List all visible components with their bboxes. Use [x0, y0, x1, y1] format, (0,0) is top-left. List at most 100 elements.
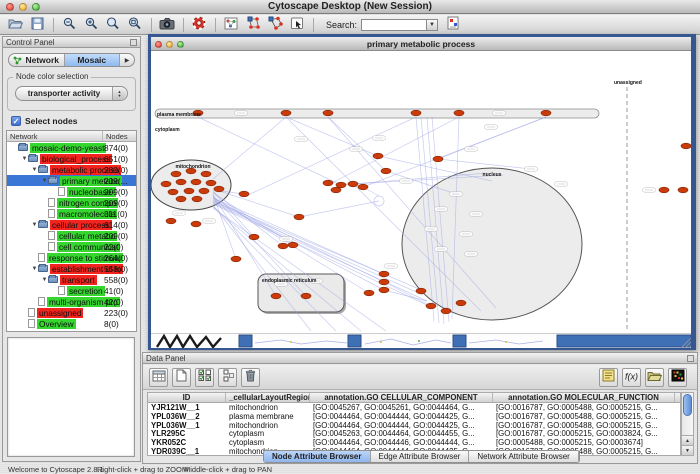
column-molecular-function[interactable]: annotation.GO MOLECULAR_FUNCTION	[493, 393, 675, 402]
open-file-button[interactable]	[6, 17, 24, 33]
scrollbar-thumb[interactable]	[683, 394, 692, 416]
zoom-in-icon	[85, 17, 98, 33]
table-cell: YPL036W__1	[148, 421, 226, 430]
network-canvas[interactable]: plasma membranecytoplasmmitochondrionnuc…	[151, 51, 691, 333]
table-row[interactable]: YLR295Ccytoplasm[GO:0045263, GO:0044464,…	[148, 429, 680, 438]
tree-expand-arrow[interactable]: ▼	[41, 277, 48, 283]
tree-item-secretion[interactable]: secretion41(0)	[7, 285, 136, 296]
tree-item-metabolic-process[interactable]: ▼metabolic process280(0)	[7, 164, 136, 175]
tab-node-attribute-browser[interactable]: Node Attribute Browser	[264, 451, 371, 462]
app-titlebar: Cytoscape Desktop (New Session)	[0, 0, 700, 14]
tab-network-label: Network	[25, 55, 59, 65]
search-input[interactable]	[361, 19, 427, 31]
graph-node	[456, 300, 466, 306]
tree-item-macromolecule[interactable]: macromolecule311(0)	[7, 208, 136, 219]
annotation-button[interactable]	[288, 17, 306, 33]
formula-button[interactable]: f(x)	[622, 368, 641, 387]
float-panel-icon[interactable]	[130, 39, 137, 46]
tree-item-label: Overview	[37, 319, 76, 329]
column-cellular-component[interactable]: annotation.GO CELLULAR_COMPONENT	[310, 393, 493, 402]
select-nodes-checkbox[interactable]: ✓	[11, 116, 21, 126]
zoom-in-button[interactable]	[82, 17, 100, 33]
tree-item-biological-process[interactable]: ▼biological_process651(0)	[7, 153, 136, 164]
layout-b-button[interactable]	[266, 17, 284, 33]
tree-item-transport[interactable]: ▼transport558(0)	[7, 274, 136, 285]
tab-mosaic-label: Mosaic	[77, 55, 106, 65]
tab-mosaic[interactable]: Mosaic	[65, 54, 121, 66]
table-cell: YKR052C	[148, 438, 226, 447]
tree-item-cellular-metabo[interactable]: cellular metabo209(0)	[7, 230, 136, 241]
file-icon	[58, 187, 65, 196]
tree-item-cell-communicat[interactable]: cell communicat22(0)	[7, 241, 136, 252]
table-row[interactable]: YPL036W__2plasma membrane[GO:0044464, GO…	[148, 412, 680, 421]
new-doc-button[interactable]	[172, 368, 191, 387]
tree-expand-arrow[interactable]: ▼	[21, 156, 28, 162]
tree-column-network[interactable]: Network	[7, 131, 103, 141]
tree-item-response-to-stimulu[interactable]: response to stimulu264(0)	[7, 252, 136, 263]
node-color-dropdown[interactable]: transporter activity ▲▼	[15, 86, 128, 101]
tree-expand-arrow[interactable]: ▼	[41, 178, 48, 184]
network-window-titlebar[interactable]: primary metabolic process	[151, 37, 691, 51]
zoom-out-button[interactable]	[60, 17, 78, 33]
tab-edge-attribute-browser[interactable]: Edge Attribute Browser	[371, 451, 470, 462]
select-attributes-button[interactable]	[195, 368, 214, 387]
save-button[interactable]	[28, 17, 46, 33]
zoom-fit-button[interactable]	[126, 17, 144, 33]
table-row[interactable]: YJR121W__1mitochondrion[GO:0045267, GO:0…	[148, 403, 680, 412]
scroll-up-button[interactable]: ▲	[682, 435, 693, 445]
table-scrollbar[interactable]: ▲ ▼	[681, 392, 694, 456]
vizmapper-button[interactable]	[222, 17, 240, 33]
column-id[interactable]: ID	[148, 393, 226, 402]
tree-expand-arrow[interactable]: ▼	[31, 222, 38, 228]
tree-item-mosaic-demo-yeast[interactable]: mosaic-demo-yeast874(0)	[7, 142, 136, 153]
tree-item-overview[interactable]: Overview8(0)	[7, 318, 136, 329]
delete-attribute-button[interactable]	[241, 368, 260, 387]
notes-button[interactable]	[599, 368, 618, 387]
save-icon	[31, 17, 44, 33]
tree-item-multi-organism-pro[interactable]: multi-organism pro42(0)	[7, 296, 136, 307]
zoom-selected-button[interactable]	[104, 17, 122, 33]
table-button[interactable]	[149, 368, 168, 387]
graph-node	[239, 191, 249, 197]
status-welcome: Welcome to Cytoscape 2.8.1	[8, 465, 104, 474]
column-layout-region[interactable]: _cellularLayoutRegion	[226, 393, 310, 402]
table-row[interactable]: YPL036W__1mitochondrion[GO:0044464, GO:0…	[148, 421, 680, 430]
file-icon	[48, 231, 55, 240]
graph-node	[681, 143, 691, 149]
float-data-panel-icon[interactable]	[687, 355, 694, 362]
graph-node	[348, 181, 358, 187]
unselect-attributes-button[interactable]	[218, 368, 237, 387]
graph-node	[454, 110, 464, 116]
table-row[interactable]: YKR052Ccytoplasm[GO:0044464, GO:0044446,…	[148, 438, 680, 447]
tree-item-establishment-of-lo[interactable]: ▼establishment of lo558(0)	[7, 263, 136, 274]
graph-node	[231, 256, 241, 262]
search-dropdown-arrow-icon[interactable]: ▼	[427, 19, 438, 31]
graph-node	[176, 196, 186, 202]
tree-item-unassigned[interactable]: unassigned223(0)	[7, 307, 136, 318]
layout-a-icon	[246, 16, 261, 33]
graph-node	[301, 293, 311, 299]
tree-item-nucleobase-[interactable]: nucleobase-209(0)	[7, 186, 136, 197]
plugin-manager-button[interactable]	[444, 17, 462, 33]
scroll-down-button[interactable]: ▼	[682, 445, 693, 455]
tab-network[interactable]: Network	[9, 54, 65, 66]
graph-node	[411, 110, 421, 116]
help-button[interactable]	[190, 17, 208, 33]
attribute-table-rows: YJR121W__1mitochondrion[GO:0045267, GO:0…	[148, 403, 680, 456]
layout-a-button[interactable]	[244, 17, 262, 33]
snapshot-button[interactable]	[158, 17, 176, 33]
tree-item-nitrogen-compo[interactable]: nitrogen compo209(0)	[7, 197, 136, 208]
tree-item-cellular-process[interactable]: ▼cellular process614(0)	[7, 219, 136, 230]
tree-item-primary-metabo[interactable]: ▼primary metabo209(...	[7, 175, 136, 186]
network-overview-panel[interactable]	[7, 337, 135, 457]
tab-network-attribute-browser[interactable]: Network Attribute Browser	[469, 451, 578, 462]
graph-node	[192, 196, 202, 202]
import-button[interactable]	[645, 368, 664, 387]
tree-column-nodes[interactable]: Nodes	[103, 131, 136, 141]
dropdown-value: transporter activity	[16, 89, 112, 98]
table-cell: [GO:0045267, GO:0045261, GO:0044464, G..…	[310, 403, 493, 412]
tree-expand-arrow[interactable]: ▼	[31, 266, 38, 272]
tree-expand-arrow[interactable]: ▼	[31, 167, 38, 173]
matrix-button[interactable]	[668, 368, 687, 387]
tab-overflow-button[interactable]: ▶	[120, 54, 134, 66]
